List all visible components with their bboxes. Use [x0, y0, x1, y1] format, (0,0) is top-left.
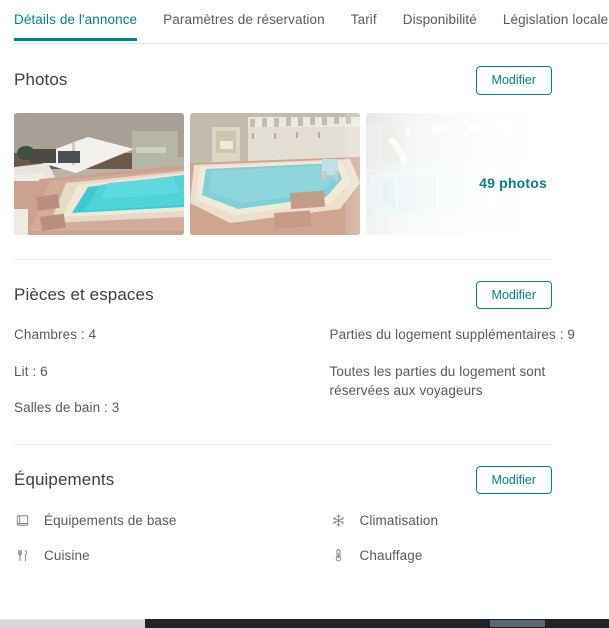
section-photos: Photos Modifier 49 photos — [14, 44, 595, 259]
rooms-title: Pièces et espaces — [14, 284, 154, 304]
amenity-label: Chauffage — [359, 548, 423, 564]
thermometer-icon — [330, 547, 347, 564]
rooms-facts: Chambres : 4 Lit : 6 Salles de bain : 3 … — [14, 325, 595, 418]
amenities-column-right: Climatisation Chauffage — [305, 512, 596, 564]
amenities-header: Équipements Modifier — [14, 444, 595, 495]
amenities-column-left: Équipements de base Cuisine — [14, 512, 305, 564]
photo-image-1 — [14, 112, 184, 235]
tab-label: Législation locale — [502, 12, 609, 27]
scrollbar-track-left[interactable] — [0, 619, 145, 628]
tab-bar: Détails de l'annonce Paramètres de réser… — [0, 0, 609, 44]
amenity-item-air-conditioning: Climatisation — [330, 512, 596, 529]
tab-label: Disponibilité — [402, 12, 477, 27]
page-content: Photos Modifier 49 photos Pièces et espa… — [0, 44, 609, 578]
fact-beds: Lit : 6 — [14, 363, 48, 379]
amenity-label: Équipements de base — [44, 513, 177, 529]
rooms-header: Pièces et espaces Modifier — [14, 259, 595, 309]
scrollbar-track-right[interactable] — [145, 619, 609, 628]
photos-title: Photos — [14, 70, 68, 90]
fact-bedrooms: Chambres : 4 — [14, 327, 97, 342]
rooms-edit-button[interactable]: Modifier — [475, 280, 552, 309]
amenity-item-heating: Chauffage — [330, 547, 596, 564]
amenities-grid: Équipements de base Cuisine Climatisatio… — [14, 512, 595, 564]
tab-parametres-reservation[interactable]: Paramètres de réservation — [163, 0, 325, 41]
fact-bathrooms: Salles de bain : 3 — [14, 400, 120, 416]
tab-tarif[interactable]: Tarif — [351, 0, 377, 41]
tab-legislation-locale[interactable]: Législation locale — [503, 0, 608, 41]
amenity-item-basics: Équipements de base — [14, 512, 305, 529]
photo-image-2 — [190, 112, 360, 235]
rooms-facts-left: Chambres : 4 Lit : 6 Salles de bain : 3 — [14, 325, 305, 418]
photos-header: Photos Modifier — [14, 44, 595, 95]
tab-label: Paramètres de réservation — [163, 12, 325, 27]
scrollbar-thumb[interactable] — [490, 620, 545, 627]
amenities-title: Équipements — [14, 469, 115, 489]
section-amenities: Équipements Modifier Équipements de base — [14, 443, 595, 579]
photo-image-3 — [366, 112, 536, 235]
fact-all-spaces-reserved: Toutes les parties du logement sont rése… — [329, 363, 546, 399]
photo-thumbnail[interactable] — [366, 112, 536, 235]
photo-thumbnail-strip: 49 photos — [14, 112, 595, 235]
cutlery-icon — [14, 547, 31, 564]
snowflake-icon — [330, 512, 347, 529]
tab-label: Tarif — [350, 12, 377, 27]
photo-thumbnail[interactable] — [190, 112, 360, 235]
photos-edit-button[interactable]: Modifier — [475, 66, 552, 95]
towel-icon — [14, 512, 31, 529]
photos-count-link[interactable]: 49 photos — [479, 175, 547, 191]
tab-details-annonce[interactable]: Détails de l'annonce — [14, 0, 138, 41]
photo-thumbnail[interactable] — [14, 112, 184, 235]
amenity-label: Climatisation — [359, 513, 439, 529]
amenities-edit-button[interactable]: Modifier — [475, 465, 552, 495]
horizontal-scrollbar[interactable] — [0, 619, 609, 628]
section-rooms: Pièces et espaces Modifier Chambres : 4 … — [14, 258, 595, 444]
amenity-label: Cuisine — [44, 548, 90, 564]
tab-disponibilite[interactable]: Disponibilité — [403, 0, 477, 41]
rooms-facts-right: Parties du logement supplémentaires : 9 … — [305, 325, 596, 418]
fact-extra-spaces: Parties du logement supplémentaires : 9 — [329, 327, 576, 342]
tab-label: Détails de l'annonce — [14, 12, 138, 27]
amenity-item-kitchen: Cuisine — [14, 547, 305, 564]
